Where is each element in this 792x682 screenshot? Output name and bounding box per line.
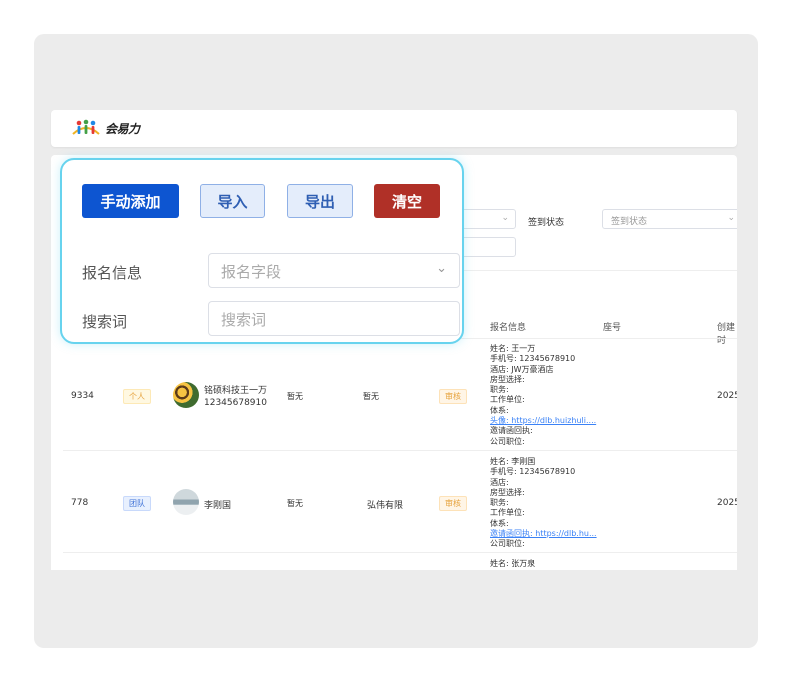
top-bar: 会易力 bbox=[51, 110, 737, 147]
info-line: 房型选择: bbox=[490, 374, 525, 384]
signup-info-block: 姓名: 王一万 手机号: 12345678910 酒店: JW万豪酒店 房型选择… bbox=[490, 344, 596, 447]
chevron-down-icon: ⌄ bbox=[501, 213, 509, 223]
col-b-value: 暂无 bbox=[363, 392, 379, 401]
export-button[interactable]: 导出 bbox=[287, 184, 353, 218]
col-a-value: 暂无 bbox=[287, 499, 303, 508]
info-line: 手机号: 12345678910 bbox=[490, 354, 576, 364]
signup-info-label: 报名信息 bbox=[82, 264, 143, 282]
col-header-info: 报名信息 bbox=[490, 323, 527, 333]
signup-info-block: 姓名: 张万泉 bbox=[490, 559, 535, 569]
avatar bbox=[173, 382, 199, 408]
participant-name: 李刚国 bbox=[204, 501, 232, 511]
action-panel: 手动添加 导入 导出 清空 报名信息 报名字段 ⌄ 搜索词 搜索词 bbox=[60, 158, 464, 344]
search-placeholder: 搜索词 bbox=[221, 311, 267, 329]
people-logo-icon bbox=[72, 119, 100, 135]
info-line: 房型选择: bbox=[490, 487, 525, 497]
chevron-down-icon: ⌄ bbox=[436, 261, 447, 276]
info-line: 邀请函回执: bbox=[490, 426, 533, 436]
info-line: 工作单位: bbox=[490, 395, 525, 405]
signin-status-label: 签到状态 bbox=[528, 218, 565, 228]
info-line: 公司职位: bbox=[490, 539, 525, 549]
col-a-value: 暂无 bbox=[287, 392, 303, 401]
participant-phone: 12345678910 bbox=[204, 398, 267, 408]
info-line: 姓名: 张万泉 bbox=[490, 559, 536, 568]
created-date: 2025 bbox=[717, 391, 737, 401]
signup-field-select[interactable]: 报名字段 ⌄ bbox=[208, 253, 460, 288]
participant-name: 铭硕科技王一万 bbox=[204, 386, 268, 396]
filter-select-1[interactable]: ⌄ bbox=[456, 209, 516, 229]
avatar bbox=[173, 489, 199, 515]
col-header-seat: 座号 bbox=[603, 323, 622, 333]
filter-input-2[interactable] bbox=[456, 237, 516, 257]
review-badge[interactable]: 审核 bbox=[439, 389, 467, 404]
signup-field-placeholder: 报名字段 bbox=[221, 263, 282, 281]
avatar-link[interactable]: 头像: https://dlb.huizhuli.... bbox=[490, 416, 596, 426]
info-line: 职务: bbox=[490, 498, 509, 508]
signup-info-block: 姓名: 李刚国 手机号: 12345678910 酒店: 房型选择: 职务: 工… bbox=[490, 457, 597, 550]
search-input[interactable]: 搜索词 bbox=[208, 301, 460, 336]
info-line: 体系: bbox=[490, 405, 509, 415]
info-line: 姓名: 王一万 bbox=[490, 344, 536, 353]
app-logo[interactable]: 会易力 bbox=[71, 118, 140, 138]
info-line: 工作单位: bbox=[490, 508, 525, 518]
chevron-down-icon: ⌄ bbox=[727, 213, 735, 223]
clear-button[interactable]: 清空 bbox=[374, 184, 440, 218]
info-line: 公司职位: bbox=[490, 436, 525, 446]
col-b-value: 弘伟有限 bbox=[367, 501, 404, 511]
info-line: 酒店: bbox=[490, 477, 509, 487]
info-line: 手机号: 12345678910 bbox=[490, 467, 576, 477]
invitation-link[interactable]: 邀请函回执: https://dlb.hu... bbox=[490, 529, 597, 539]
info-line: 职务: bbox=[490, 385, 509, 395]
review-badge[interactable]: 审核 bbox=[439, 496, 467, 511]
row-id: 778 bbox=[71, 498, 89, 508]
info-line: 酒店: JW万豪酒店 bbox=[490, 364, 554, 374]
search-label: 搜索词 bbox=[82, 313, 128, 331]
row-id: 9334 bbox=[71, 391, 94, 401]
created-date: 2025 bbox=[717, 498, 737, 508]
signin-status-select[interactable]: 签到状态 ⌄ bbox=[602, 209, 737, 229]
type-badge: 个人 bbox=[123, 389, 151, 404]
info-line: 体系: bbox=[490, 518, 509, 528]
import-button[interactable]: 导入 bbox=[200, 184, 265, 218]
signin-status-placeholder: 签到状态 bbox=[611, 217, 648, 227]
type-badge: 团队 bbox=[123, 496, 151, 511]
logo-text: 会易力 bbox=[105, 121, 140, 136]
table-row[interactable] bbox=[63, 339, 737, 451]
info-line: 姓名: 李刚国 bbox=[490, 457, 536, 466]
manual-add-button[interactable]: 手动添加 bbox=[82, 184, 179, 218]
